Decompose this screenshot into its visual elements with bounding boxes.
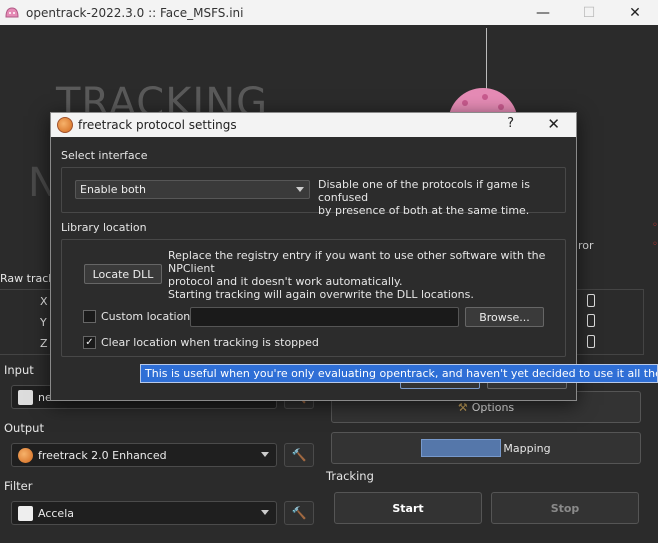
filter-combo-value: Accela xyxy=(38,506,74,520)
dialog-titlebar: freetrack protocol settings ? ✕ xyxy=(51,113,576,137)
clear-location-label: Clear location when tracking is stopped xyxy=(101,336,319,349)
stop-button[interactable]: Stop xyxy=(491,492,639,524)
dialog-close-button[interactable]: ✕ xyxy=(547,115,560,133)
filter-settings-button[interactable]: 🔨 xyxy=(284,501,314,525)
output-combo-value: freetrack 2.0 Enhanced xyxy=(38,448,167,462)
value-readout xyxy=(587,294,595,307)
tools-icon: ⚒ xyxy=(457,400,468,414)
axis-z-label: Z xyxy=(40,337,48,350)
accela-icon xyxy=(18,505,33,521)
custom-location-checkbox[interactable] xyxy=(83,310,96,323)
library-location-label: Library location xyxy=(61,221,147,234)
opentrack-app-icon xyxy=(5,6,19,17)
help-button[interactable]: ? xyxy=(507,116,514,131)
interface-combo-value: Enable both xyxy=(80,183,146,196)
axis-y-label: Y xyxy=(40,316,47,329)
chevron-down-icon xyxy=(261,452,269,457)
minimize-button[interactable]: — xyxy=(520,0,566,25)
value-readout xyxy=(587,314,595,327)
main-titlebar: opentrack-2022.3.0 :: Face_MSFS.ini — ☐ … xyxy=(0,0,658,25)
overwrite-description: Starting tracking will again overwrite t… xyxy=(168,288,474,301)
registry-desc-line: Replace the registry entry if you want t… xyxy=(168,249,546,275)
mapping-graph-icon xyxy=(421,439,502,457)
custom-location-input[interactable] xyxy=(190,307,459,327)
interface-desc-line: Disable one of the protocols if game is … xyxy=(318,178,530,204)
registry-desc-line: protocol and it doesn't work automatical… xyxy=(168,275,403,288)
filter-section-label: Filter xyxy=(4,479,33,493)
input-section-label: Input xyxy=(4,363,34,377)
edge-indicator-icon: ◦ xyxy=(652,239,658,250)
freetrack-icon xyxy=(18,447,33,463)
close-window-button[interactable]: ✕ xyxy=(612,0,658,25)
hammer-icon: 🔨 xyxy=(291,506,307,520)
window-title: opentrack-2022.3.0 :: Face_MSFS.ini xyxy=(26,5,244,20)
freetrack-settings-dialog: freetrack protocol settings ? ✕ Select i… xyxy=(50,112,577,401)
output-section-label: Output xyxy=(4,421,44,435)
custom-location-label: Custom location xyxy=(101,310,191,323)
output-combo[interactable]: freetrack 2.0 Enhanced xyxy=(11,443,277,467)
maximize-button[interactable]: ☐ xyxy=(566,0,612,25)
mapping-button[interactable]: Mapping xyxy=(331,432,641,464)
interface-description: Disable one of the protocols if game is … xyxy=(318,178,576,217)
error-label: ror xyxy=(578,239,594,252)
dialog-title: freetrack protocol settings xyxy=(78,118,237,132)
clear-location-checkbox[interactable]: ✓ xyxy=(83,336,96,349)
browse-button[interactable]: Browse... xyxy=(465,307,544,327)
filter-combo[interactable]: Accela xyxy=(11,501,277,525)
interface-desc-line: by presence of both at the same time. xyxy=(318,204,530,217)
locate-dll-button[interactable]: Locate DLL xyxy=(84,264,162,284)
tracking-section-label: Tracking xyxy=(326,469,374,483)
chevron-down-icon xyxy=(296,187,304,192)
neuralnet-icon xyxy=(18,389,33,405)
mapping-label: Mapping xyxy=(503,441,551,455)
interface-combo[interactable]: Enable both xyxy=(75,180,310,199)
freetrack-icon xyxy=(57,117,73,133)
select-interface-label: Select interface xyxy=(61,149,148,162)
chevron-down-icon xyxy=(261,510,269,515)
options-label: Options xyxy=(471,400,515,414)
checkmark-icon: ✓ xyxy=(85,337,94,348)
edge-indicator-icon: ◦ xyxy=(652,220,658,231)
hammer-icon: 🔨 xyxy=(291,448,307,462)
start-button[interactable]: Start xyxy=(334,492,482,524)
output-settings-button[interactable]: 🔨 xyxy=(284,443,314,467)
registry-description: Replace the registry entry if you want t… xyxy=(168,249,576,288)
axis-x-label: X xyxy=(40,295,48,308)
tooltip: This is useful when you're only evaluati… xyxy=(140,364,658,383)
value-readout xyxy=(587,335,595,348)
